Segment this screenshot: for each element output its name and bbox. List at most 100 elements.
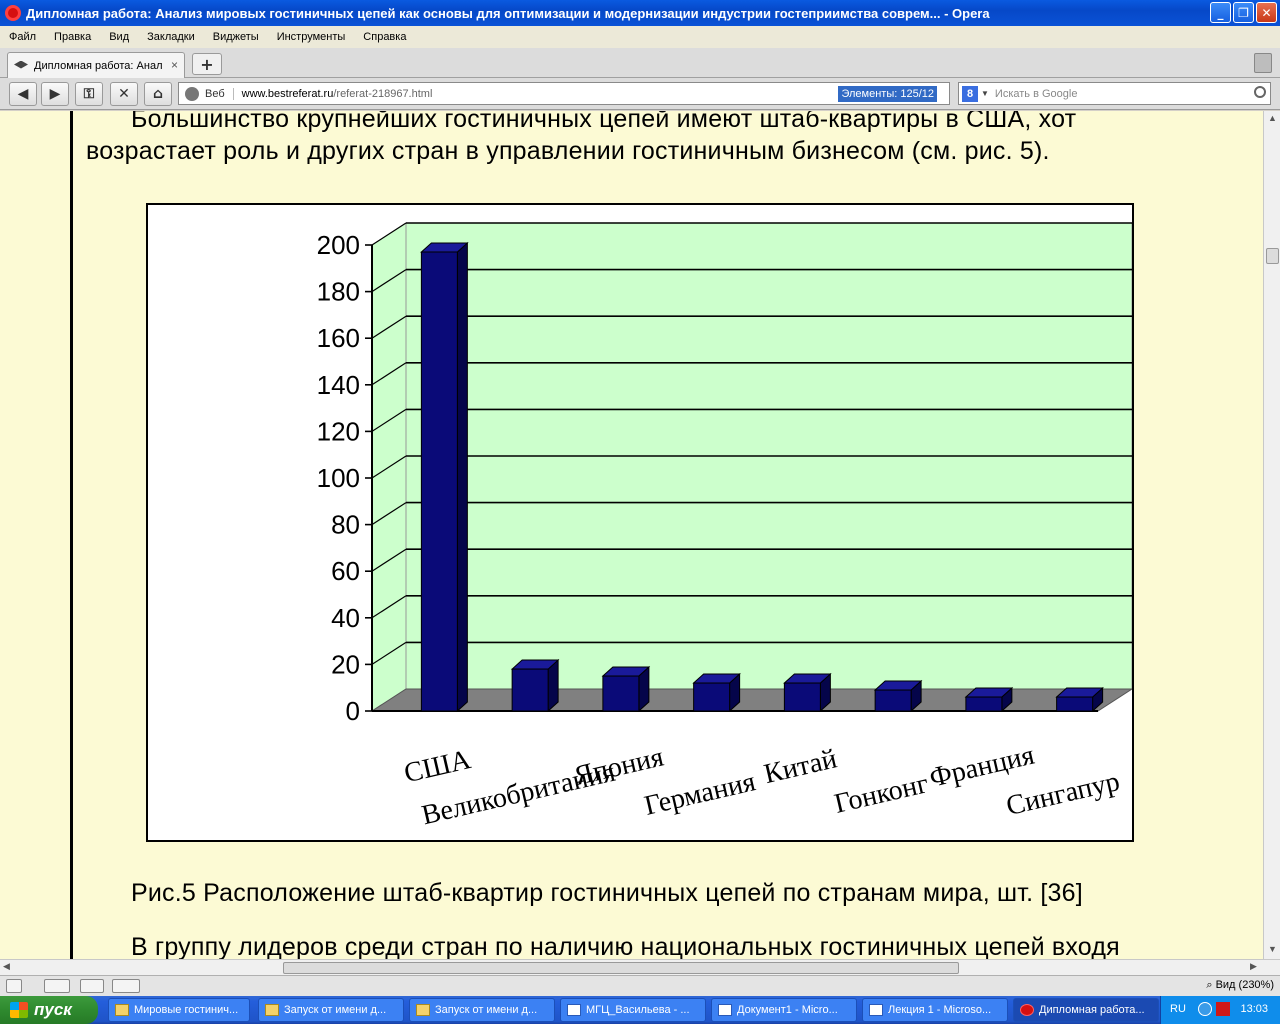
- x-tick-label: Гонконг: [832, 768, 932, 820]
- home-button[interactable]: ⌂: [144, 82, 172, 106]
- bar-chart: 0 20 40 60 80 100 120 140 160 180 200 СШАВеликобри…: [317, 222, 1132, 832]
- folder-icon: [416, 1004, 430, 1016]
- new-tab-button[interactable]: +: [192, 53, 222, 75]
- bar: [510, 658, 560, 713]
- bar-front: [420, 251, 458, 712]
- windows-logo-icon: [10, 1002, 28, 1018]
- horizontal-scrollbar[interactable]: ◀ ▶: [0, 959, 1280, 975]
- taskbar-item-word[interactable]: Лекция 1 - Microso...: [862, 998, 1008, 1022]
- start-button[interactable]: пуск: [0, 996, 98, 1024]
- tab-close-icon[interactable]: ×: [171, 58, 178, 72]
- wand-key-button[interactable]: ⚿: [75, 82, 103, 106]
- address-field[interactable]: Веб www.bestreferat.ru/referat-218967.ht…: [178, 82, 950, 105]
- taskbar-item-label: Документ1 - Micro...: [737, 1004, 838, 1016]
- folder-icon: [115, 1004, 129, 1016]
- taskbar-item-folder[interactable]: Запуск от имени д...: [258, 998, 404, 1022]
- tab-active[interactable]: Дипломная работа: Анал ×: [7, 52, 185, 78]
- x-tick-label: Франция: [927, 740, 1038, 794]
- word-document-icon: [718, 1004, 732, 1016]
- y-tick-label: 60: [331, 556, 360, 586]
- find-count: Элементы: 125/12: [838, 86, 937, 102]
- figure-caption: Рис.5 Расположение штаб-квартир гостинич…: [131, 879, 1083, 907]
- x-tick-label: Япония: [571, 741, 666, 792]
- vertical-scroll-thumb[interactable]: [1266, 248, 1279, 264]
- taskbar-item-label: Дипломная работа...: [1039, 1004, 1145, 1016]
- taskbar-item-word[interactable]: Документ1 - Micro...: [711, 998, 857, 1022]
- bar-front: [965, 696, 1003, 712]
- horizontal-scroll-thumb[interactable]: [283, 962, 959, 974]
- x-tick-label: США: [401, 744, 474, 789]
- y-tick-label: 40: [331, 603, 360, 633]
- menu-bar: Файл Правка Вид Закладки Виджеты Инструм…: [0, 26, 1280, 48]
- bar: [601, 665, 651, 713]
- y-tick-label: 80: [331, 510, 360, 540]
- page-viewport[interactable]: Большинство крупнейших гостиничных цепей…: [0, 111, 1263, 959]
- window-title: Дипломная работа: Анализ мировых гостини…: [26, 5, 990, 21]
- x-tick-label: Сингапур: [1003, 766, 1122, 822]
- bar-front: [783, 682, 821, 712]
- taskbar-item-opera[interactable]: Дипломная работа...: [1013, 998, 1159, 1022]
- folder-icon: [265, 1004, 279, 1016]
- y-tick-label: 200: [317, 230, 360, 260]
- paragraph-1-line-1: Большинство крупнейших гостиничных цепей…: [131, 111, 1077, 133]
- panel-toggle-icon[interactable]: [6, 979, 22, 993]
- x-tick-label: Китай: [761, 743, 840, 790]
- turbo-icon[interactable]: [112, 979, 140, 993]
- x-axis-labels: СШАВеликобританияЯпонияГермания КитайГонк…: [401, 740, 1122, 832]
- bar-side: [456, 241, 468, 713]
- transfers-icon[interactable]: [80, 979, 104, 993]
- vertical-scrollbar[interactable]: ▲ ▼: [1263, 111, 1280, 959]
- windows-taskbar: пуск Мировые гостинич... Запуск от имени…: [0, 996, 1280, 1024]
- menu-widgets[interactable]: Виджеты: [204, 31, 268, 43]
- close-button[interactable]: ✕: [1256, 2, 1277, 23]
- chevron-down-icon[interactable]: ▼: [981, 89, 989, 98]
- opera-logo-icon: [1020, 1004, 1034, 1016]
- menu-edit[interactable]: Правка: [45, 31, 100, 43]
- forward-button[interactable]: ▶: [41, 82, 69, 106]
- taskbar-item-folder[interactable]: Запуск от имени д...: [409, 998, 555, 1022]
- trash-icon[interactable]: [1254, 53, 1272, 73]
- scroll-up-icon[interactable]: ▲: [1266, 113, 1279, 126]
- antivirus-icon[interactable]: [1216, 1002, 1230, 1016]
- scroll-right-icon[interactable]: ▶: [1250, 961, 1257, 972]
- zoom-text: Вид (230%): [1215, 979, 1274, 991]
- y-tick-label: 140: [317, 370, 360, 400]
- scroll-down-icon[interactable]: ▼: [1266, 944, 1279, 957]
- chart-floor: [370, 688, 1132, 712]
- back-button[interactable]: ◀: [9, 82, 37, 106]
- reload-options-icon[interactable]: [44, 979, 70, 993]
- language-indicator[interactable]: RU: [1170, 1003, 1186, 1015]
- bar-front: [1056, 696, 1094, 712]
- network-icon[interactable]: [1198, 1002, 1212, 1016]
- word-document-icon: [869, 1004, 883, 1016]
- tab-bar: Дипломная работа: Анал × +: [0, 48, 1280, 78]
- word-document-icon: [567, 1004, 581, 1016]
- bar: [873, 679, 923, 713]
- taskbar-item-label: Мировые гостинич...: [134, 1004, 239, 1016]
- menu-help[interactable]: Справка: [354, 31, 415, 43]
- search-icon[interactable]: [1254, 86, 1266, 98]
- search-engine-icon[interactable]: 8: [962, 85, 978, 102]
- globe-icon: [185, 86, 199, 101]
- zoom-icon: ⌕: [1206, 979, 1216, 991]
- y-tick-label: 180: [317, 277, 360, 307]
- menu-view[interactable]: Вид: [100, 31, 138, 43]
- taskbar-item-label: Запуск от имени д...: [284, 1004, 387, 1016]
- scroll-left-icon[interactable]: ◀: [3, 961, 10, 972]
- search-field[interactable]: 8 ▼ Искать в Google: [958, 82, 1271, 105]
- minimize-button[interactable]: _: [1210, 2, 1231, 23]
- y-tick-label: 100: [317, 463, 360, 493]
- window-title-bar[interactable]: Дипломная работа: Анализ мировых гостини…: [0, 0, 1280, 26]
- maximize-button[interactable]: ❐: [1233, 2, 1254, 23]
- stop-button[interactable]: ✕: [110, 82, 138, 106]
- taskbar-item-folder[interactable]: Мировые гостинич...: [108, 998, 250, 1022]
- menu-file[interactable]: Файл: [0, 31, 45, 43]
- zoom-level[interactable]: ⌕ Вид (230%): [1206, 979, 1274, 992]
- menu-tools[interactable]: Инструменты: [268, 31, 355, 43]
- taskbar-item-word[interactable]: МГЦ_Васильева - ...: [560, 998, 706, 1022]
- bar: [1055, 686, 1104, 713]
- menu-bookmarks[interactable]: Закладки: [138, 31, 204, 43]
- paragraph-2-line-1: В группу лидеров среди стран по наличию …: [131, 933, 1120, 959]
- bar: [420, 241, 469, 713]
- url-text: www.bestreferat.ru/referat-218967.html: [242, 88, 433, 100]
